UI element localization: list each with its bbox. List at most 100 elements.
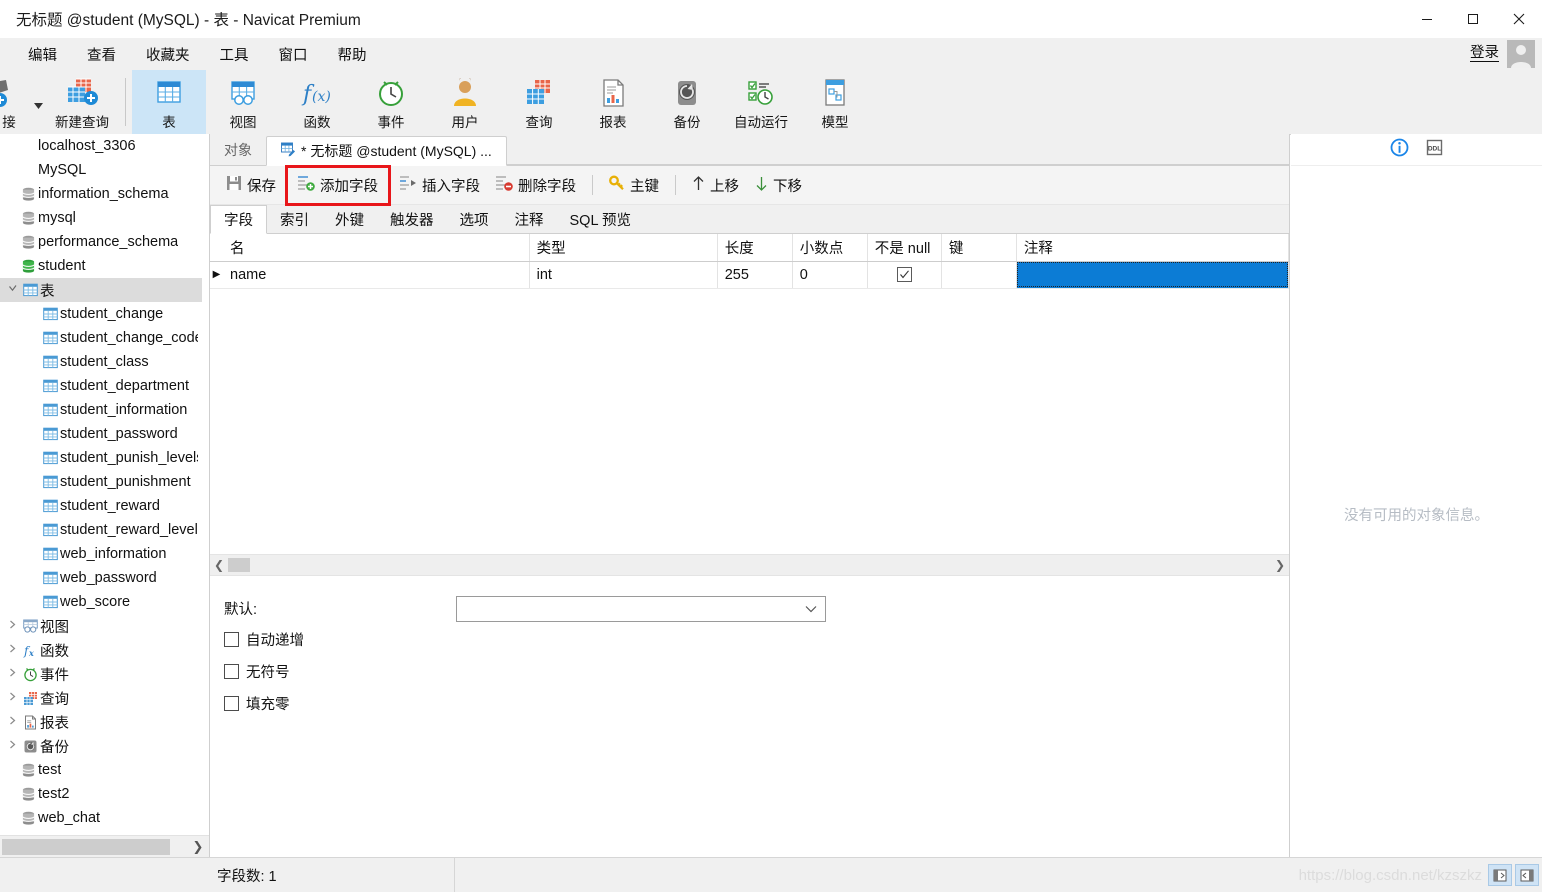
tree-node-mysql[interactable]: MySQL — [0, 158, 202, 182]
cell-field-type[interactable]: int — [529, 261, 718, 289]
toggle-left-panel-button[interactable] — [1488, 864, 1512, 886]
close-button[interactable] — [1496, 0, 1542, 38]
tree-node-information_schema[interactable]: information_schema — [0, 182, 202, 206]
tree-node-student_information[interactable]: student_information — [0, 398, 202, 422]
toolbar-query[interactable]: 查询 — [502, 70, 576, 134]
cell-field-comment[interactable] — [1016, 261, 1290, 289]
save-button[interactable]: 保存 — [218, 171, 284, 200]
tab-table-designer[interactable]: * 无标题 @student (MySQL) ... — [266, 136, 507, 166]
tree-node-student_department[interactable]: student_department — [0, 374, 202, 398]
unsigned-row[interactable]: 无符号 — [224, 656, 1289, 688]
column-header-type[interactable]: 类型 — [529, 234, 718, 262]
toolbar-backup[interactable]: 备份 — [650, 70, 724, 134]
grid-horizontal-scrollbar[interactable]: ❮ ❯ — [210, 553, 1289, 576]
column-header-length[interactable]: 长度 — [717, 234, 793, 262]
table-row[interactable]: ▶ name int 255 0 — [210, 261, 1290, 289]
tree-node-student_change[interactable]: student_change — [0, 302, 202, 326]
subtab-6[interactable]: SQL 预览 — [557, 205, 645, 233]
cell-field-length[interactable]: 255 — [717, 261, 793, 289]
avatar[interactable] — [1507, 40, 1535, 68]
toolbar-user[interactable]: 用户 — [428, 70, 502, 134]
toolbar-event[interactable]: 事件 — [354, 70, 428, 134]
toolbar-table[interactable]: 表 — [132, 70, 206, 134]
cell-field-decimals[interactable]: 0 — [792, 261, 868, 289]
column-header-not-null[interactable]: 不是 null — [867, 234, 942, 262]
cell-field-name[interactable]: name — [223, 261, 530, 289]
tree-node--[interactable]: 备份 — [0, 734, 202, 758]
tree-node-student_punishment[interactable]: student_punishment — [0, 470, 202, 494]
tree-node-performance_schema[interactable]: performance_schema — [0, 230, 202, 254]
move-down-button[interactable]: 下移 — [747, 171, 810, 200]
grid-scroll-thumb[interactable] — [228, 557, 250, 572]
minimize-button[interactable] — [1404, 0, 1450, 38]
tree-node-web_information[interactable]: web_information — [0, 542, 202, 566]
menu-view[interactable]: 查看 — [77, 40, 126, 69]
menu-tools[interactable]: 工具 — [210, 40, 259, 69]
auto-increment-checkbox[interactable] — [224, 632, 239, 647]
chevron-right-icon[interactable] — [4, 716, 20, 728]
tree-node-student_change_code[interactable]: student_change_code — [0, 326, 202, 350]
unsigned-checkbox[interactable] — [224, 664, 239, 679]
menu-favorites[interactable]: 收藏夹 — [136, 40, 200, 69]
zerofill-row[interactable]: 填充零 — [224, 688, 1289, 720]
sidebar-horizontal-scrollbar[interactable]: ❯ — [0, 835, 209, 858]
chevron-down-icon[interactable] — [4, 284, 20, 296]
chevron-right-icon[interactable] — [4, 620, 20, 632]
toolbar-function[interactable]: f (x) 函数 — [280, 70, 354, 134]
connection-dropdown-caret[interactable] — [32, 78, 45, 134]
menu-edit[interactable]: 编辑 — [18, 40, 67, 69]
sidebar-scroll-thumb[interactable] — [2, 839, 170, 855]
tree-node--[interactable]: 查询 — [0, 686, 202, 710]
chevron-right-icon[interactable] — [4, 644, 20, 656]
subtab-0[interactable]: 字段 — [210, 205, 267, 234]
subtab-2[interactable]: 外键 — [322, 205, 377, 233]
menu-window[interactable]: 窗口 — [269, 40, 318, 69]
column-header-key[interactable]: 键 — [941, 234, 1017, 262]
info-icon[interactable] — [1390, 138, 1409, 162]
not-null-checkbox[interactable] — [896, 267, 912, 283]
default-value-combobox[interactable] — [456, 595, 826, 622]
sidebar-scroll-right-arrow[interactable]: ❯ — [187, 839, 209, 855]
toolbar-model[interactable]: 模型 — [798, 70, 872, 134]
tree-node-test2[interactable]: test2 — [0, 782, 202, 806]
auto-increment-row[interactable]: 自动递增 — [224, 624, 1289, 656]
tree-node-student[interactable]: student — [0, 254, 202, 278]
primary-key-button[interactable]: 主键 — [601, 171, 667, 200]
tree-node--[interactable]: 事件 — [0, 662, 202, 686]
toggle-right-panel-button[interactable] — [1515, 864, 1539, 886]
subtab-1[interactable]: 索引 — [267, 205, 322, 233]
tree-node-mysql[interactable]: mysql — [0, 206, 202, 230]
toolbar-view[interactable]: 视图 — [206, 70, 280, 134]
subtab-3[interactable]: 触发器 — [377, 205, 447, 233]
cell-field-key[interactable] — [941, 261, 1017, 289]
toolbar-new-query[interactable]: 新建查询 — [45, 70, 119, 134]
move-up-button[interactable]: 上移 — [684, 171, 747, 200]
tree-node-student_reward_levels[interactable]: student_reward_levels — [0, 518, 202, 542]
tree-node-student_password[interactable]: student_password — [0, 422, 202, 446]
column-header-name[interactable]: 名 — [223, 234, 530, 262]
maximize-button[interactable] — [1450, 0, 1496, 38]
toolbar-report[interactable]: 报表 — [576, 70, 650, 134]
tab-objects[interactable]: 对象 — [210, 135, 266, 165]
grid-scroll-right-arrow[interactable]: ❯ — [1271, 558, 1289, 572]
tree-node-web_chat[interactable]: web_chat — [0, 806, 202, 830]
cell-field-not-null[interactable] — [867, 261, 942, 289]
delete-field-button[interactable]: 删除字段 — [488, 171, 584, 200]
insert-field-button[interactable]: 插入字段 — [392, 171, 488, 200]
tree-node-student_class[interactable]: student_class — [0, 350, 202, 374]
grid-scroll-left-arrow[interactable]: ❮ — [210, 558, 228, 572]
tree-node-web_score[interactable]: web_score — [0, 590, 202, 614]
login-link[interactable]: 登录 — [1470, 45, 1499, 63]
zerofill-checkbox[interactable] — [224, 696, 239, 711]
tree-node-student_reward[interactable]: student_reward — [0, 494, 202, 518]
tree-node-student_punish_levels[interactable]: student_punish_levels — [0, 446, 202, 470]
toolbar-connection[interactable]: 接 — [0, 70, 32, 134]
chevron-right-icon[interactable] — [4, 692, 20, 704]
menu-help[interactable]: 帮助 — [328, 40, 377, 69]
toolbar-automation[interactable]: 自动运行 — [724, 70, 798, 134]
add-field-button[interactable]: 添加字段 — [285, 164, 391, 206]
subtab-5[interactable]: 注释 — [502, 205, 557, 233]
ddl-icon[interactable]: DDL — [1425, 138, 1444, 162]
chevron-right-icon[interactable] — [4, 668, 20, 680]
tree-node-test[interactable]: test — [0, 758, 202, 782]
